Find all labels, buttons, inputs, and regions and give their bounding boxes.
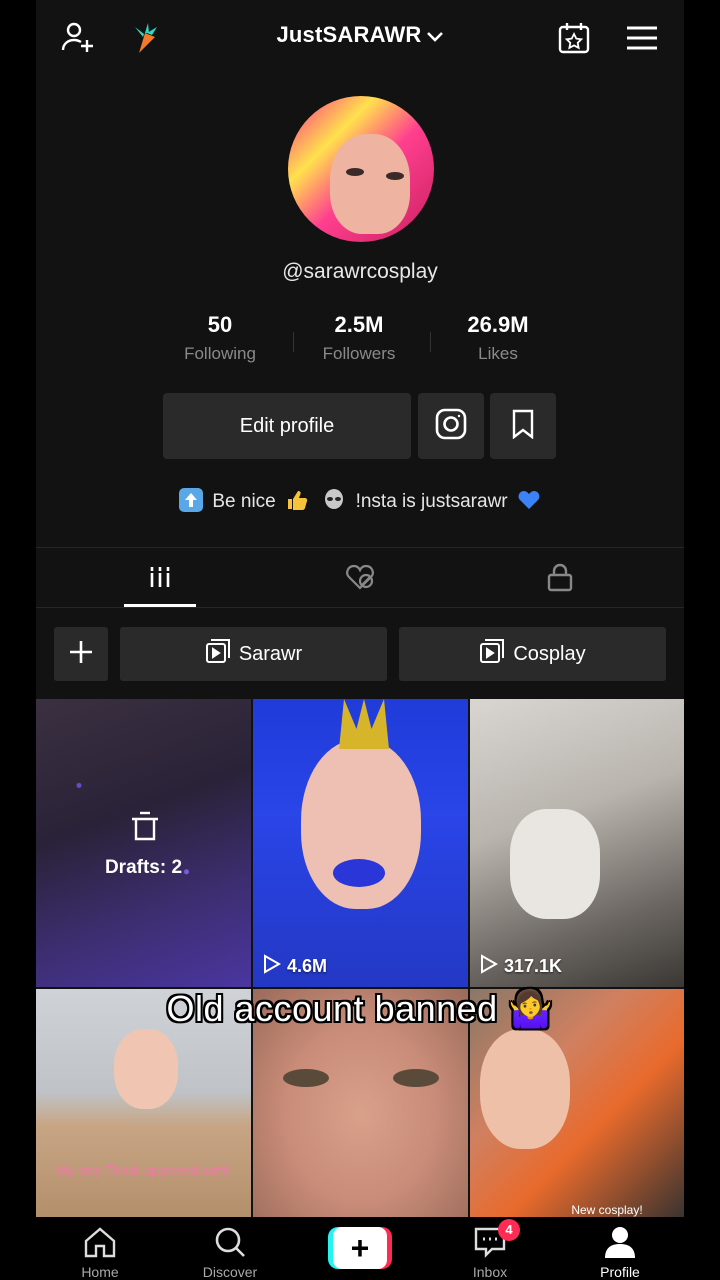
thumbs-up-emoji-icon	[285, 488, 309, 512]
nav-home[interactable]: Home	[50, 1225, 150, 1280]
private-tab[interactable]	[524, 560, 596, 598]
view-count: 317.1K	[480, 954, 562, 979]
playlist-cosplay[interactable]: Cosplay	[399, 627, 666, 681]
thumbnail-shape	[510, 809, 600, 919]
bookmark-icon	[511, 409, 535, 444]
nav-inbox[interactable]: 4 Inbox	[440, 1219, 540, 1280]
play-icon	[263, 954, 287, 979]
instagram-button[interactable]	[418, 393, 484, 459]
nav-label: Profile	[600, 1264, 640, 1280]
search-icon	[180, 1225, 280, 1262]
profile-screen: JustSARAWR @sarawrcosplay 50 Following 2…	[36, 0, 684, 1280]
blue-heart-emoji-icon	[517, 488, 541, 512]
following-count: 50	[207, 312, 233, 337]
thumbnail-eye	[283, 1069, 329, 1087]
instagram-icon	[434, 407, 468, 446]
plus-icon: +	[333, 1227, 387, 1269]
stat-followers[interactable]: 2.5M Followers	[299, 312, 419, 364]
video-tile[interactable]: 4.6M	[253, 699, 468, 987]
hidden-heart-icon	[344, 563, 376, 596]
drafts-icon	[128, 809, 162, 848]
playlist-label: Sarawr	[238, 642, 303, 665]
inbox-icon-wrap: 4	[472, 1219, 520, 1262]
stat-likes[interactable]: 26.9M Likes	[438, 312, 558, 364]
edit-profile-button[interactable]: Edit profile	[163, 393, 411, 459]
nav-profile[interactable]: Profile	[570, 1225, 670, 1280]
nav-label: Home	[81, 1264, 119, 1280]
plus-icon	[68, 639, 94, 670]
username-label: JustSARAWR	[276, 22, 422, 47]
playlist-sarawr[interactable]: Sarawr	[120, 627, 387, 681]
avatar-eye	[346, 168, 364, 176]
video-tile[interactable]: 317.1K	[470, 699, 684, 987]
thumbnail-text: My only Tiktok-approved outfit	[57, 1163, 230, 1178]
drafts-label: Drafts: 2	[104, 857, 183, 878]
home-icon	[50, 1225, 150, 1262]
stat-divider	[293, 332, 294, 352]
alien-emoji-icon	[322, 488, 346, 512]
liked-tab[interactable]	[324, 560, 396, 598]
thumbnail-eye	[393, 1069, 439, 1087]
nav-label: Inbox	[472, 1264, 508, 1280]
avatar-eye	[386, 172, 404, 180]
profile-handle: @sarawrcosplay	[282, 260, 438, 283]
thumbnail-face	[480, 1029, 570, 1149]
divider	[36, 547, 684, 548]
favorites-button[interactable]	[490, 393, 556, 459]
profile-bio: Be nice !nsta is justsarawr	[36, 488, 684, 513]
profile-stats: 50 Following 2.5M Followers 26.9M Likes	[160, 312, 560, 372]
playlist-icon	[479, 638, 513, 670]
bio-text-2: !nsta is justsarawr	[355, 491, 508, 512]
top-bar: JustSARAWR	[36, 0, 684, 76]
playlist-icon	[205, 638, 239, 670]
avatar[interactable]	[288, 96, 434, 242]
avatar-face	[330, 134, 410, 234]
nav-discover[interactable]: Discover	[180, 1225, 280, 1280]
thumbnail-crown	[339, 699, 389, 749]
thumbnail-face	[114, 1029, 178, 1109]
videos-tab[interactable]	[124, 560, 196, 598]
divider	[36, 607, 684, 608]
chevron-down-icon	[426, 23, 444, 49]
following-label: Following	[184, 344, 256, 363]
thumbnail-text: New cosplay!	[571, 1203, 643, 1217]
inbox-badge: 4	[498, 1219, 520, 1241]
view-count-value: 4.6M	[287, 956, 328, 976]
bio-text-1: Be nice	[212, 491, 276, 512]
stat-following[interactable]: 50 Following	[160, 312, 280, 364]
view-count-value: 317.1K	[504, 956, 563, 976]
bottom-nav: Home Discover + 4 Inbox Profile	[36, 1217, 684, 1280]
grid-bars-icon	[147, 564, 173, 595]
thumbnail-lips	[333, 859, 385, 887]
drafts-tile[interactable]: Drafts: 2	[36, 699, 251, 987]
playlist-label: Cosplay	[513, 642, 586, 665]
followers-label: Followers	[322, 344, 396, 363]
up-arrow-emoji-icon	[179, 488, 204, 512]
stat-divider	[430, 332, 431, 352]
create-button[interactable]: +	[328, 1227, 392, 1269]
lock-icon	[547, 562, 573, 597]
likes-label: Likes	[478, 344, 518, 363]
view-count: 4.6M	[263, 954, 327, 979]
add-playlist-button[interactable]	[54, 627, 108, 681]
nav-label: Discover	[202, 1264, 258, 1280]
calendar-star-icon[interactable]	[554, 18, 594, 58]
hamburger-menu-icon[interactable]	[622, 18, 662, 58]
followers-count: 2.5M	[334, 312, 384, 337]
play-icon	[480, 954, 504, 979]
profile-icon	[570, 1225, 670, 1262]
video-caption-overlay: Old account banned 🤷‍♀️	[166, 988, 554, 1029]
likes-count: 26.9M	[467, 312, 529, 337]
